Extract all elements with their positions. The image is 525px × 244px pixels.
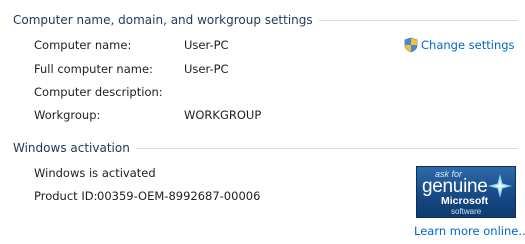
activation-title: Windows activation	[13, 141, 130, 155]
activation-status: Windows is activated	[34, 166, 156, 180]
product-id-value: 00359-OEM-8992687-00006	[97, 189, 261, 203]
activation-header: Windows activation	[13, 141, 518, 155]
change-settings-label[interactable]: Change settings	[421, 38, 515, 52]
full-computer-name-value: User-PC	[184, 62, 229, 76]
change-settings-link[interactable]: Change settings	[403, 37, 515, 53]
workgroup-value: WORKGROUP	[184, 108, 262, 122]
workgroup-label: Workgroup:	[34, 108, 101, 122]
full-computer-name-label: Full computer name:	[34, 62, 153, 76]
product-id-label: Product ID:	[34, 189, 98, 203]
learn-more-online-link[interactable]: Learn more online...	[414, 224, 525, 238]
computer-settings-header: Computer name, domain, and workgroup set…	[13, 13, 518, 27]
genuine-microsoft-badge[interactable]: ask for genuine Microsoft software	[416, 166, 516, 218]
section-divider	[135, 148, 518, 149]
genuine-star-icon	[488, 174, 512, 198]
computer-settings-title: Computer name, domain, and workgroup set…	[13, 13, 313, 27]
computer-name-value: User-PC	[184, 38, 229, 52]
computer-name-label: Computer name:	[34, 38, 132, 52]
computer-description-label: Computer description:	[34, 85, 163, 99]
section-divider	[318, 20, 518, 21]
badge-microsoft-text: Microsoft	[441, 195, 489, 207]
badge-software-text: software	[451, 207, 482, 216]
uac-shield-icon	[404, 37, 418, 53]
